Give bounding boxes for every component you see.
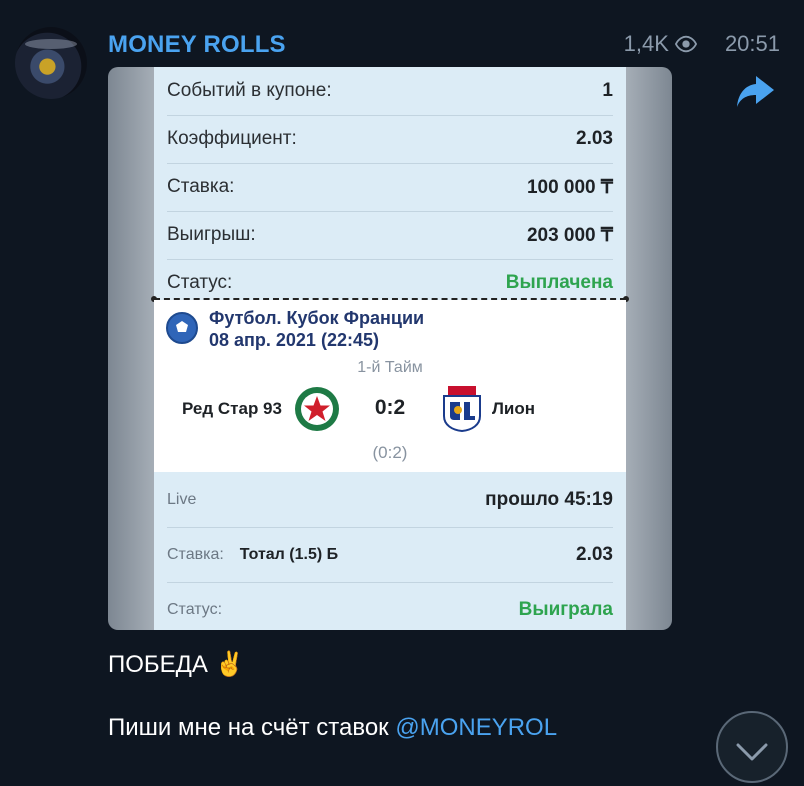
view-count: 1,4K (623, 31, 669, 56)
bet-market: Тотал (1.5) Б (239, 545, 339, 563)
bet-status-label: Статус: (167, 600, 223, 618)
receipt-value: 203 000 ₸ (526, 224, 613, 246)
receipt-row-events: Событий в купоне: 1 (167, 67, 613, 116)
username-link[interactable]: @MONEYROL (395, 714, 557, 741)
bet-label: Ставка: (167, 545, 224, 563)
match-card: Футбол. Кубок Франции 08 апр. 2021 (22:45… (154, 300, 626, 472)
match-period: 1-й Тайм (357, 359, 423, 376)
match-date: 08 апр. 2021 (22:45) (209, 330, 379, 350)
chevron-down-icon (736, 743, 768, 761)
message-time: 20:51 (724, 31, 780, 56)
league-name: Футбол. Кубок Франции (209, 308, 425, 328)
photo-attachment[interactable]: Событий в купоне: 1 Коэффициент: 2.03 Став… (108, 67, 672, 630)
channel-name[interactable]: MONEY ROLLS (108, 31, 286, 59)
away-team: Лион (492, 399, 536, 418)
share-arrow-icon[interactable] (734, 72, 778, 112)
status-badge: Выплачена (505, 272, 613, 293)
match-league-info: Футбол. Кубок Франции 08 апр. 2021 (22:45… (209, 307, 424, 351)
period-score: (0:2) (372, 443, 408, 462)
scroll-down-button[interactable] (716, 711, 788, 783)
receipt-row-stake: Ставка: 100 000 ₸ (167, 163, 613, 212)
bet-status-row: Статус: Выиграла (167, 582, 613, 630)
receipt-row-win: Выигрыш: 203 000 ₸ (167, 211, 613, 260)
bet-status-badge: Выиграла (518, 598, 613, 620)
receipt-value: 100 000 ₸ (526, 176, 613, 198)
receipt-label: Выигрыш: (167, 224, 256, 245)
receipt-value: 2.03 (576, 128, 613, 149)
message-meta: 1,4K 20:51 (624, 31, 780, 57)
receipt-label: Событий в купоне: (167, 80, 332, 101)
live-label: Live (167, 490, 197, 508)
bet-receipt: Событий в купоне: 1 Коэффициент: 2.03 Став… (151, 67, 629, 630)
bet-odds: 2.03 (576, 543, 613, 565)
contact-text: Пиши мне на счёт ставок (108, 714, 396, 741)
message-text-contact: Пиши мне на счёт ставок @MONEYROL (108, 714, 557, 742)
receipt-label: Статус: (167, 272, 233, 293)
message-text-victory: ПОБЕДА ✌️ (108, 651, 245, 678)
channel-avatar[interactable] (15, 27, 87, 99)
football-icon (166, 312, 198, 344)
lyon-logo (443, 386, 481, 432)
receipt-label: Ставка: (167, 176, 235, 197)
teams-row: Ред Стар 93 0:2 Лион (154, 386, 626, 432)
live-elapsed: прошло 45:19 (485, 488, 613, 510)
match-score: 0:2 (374, 396, 406, 419)
eye-icon (674, 35, 697, 53)
bet-row: Ставка: Тотал (1.5) Б 2.03 (167, 527, 613, 583)
receipt-label: Коэффициент: (167, 128, 297, 149)
receipt-row-odds: Коэффициент: 2.03 (167, 115, 613, 164)
live-row: Live прошло 45:19 (167, 472, 613, 528)
avatar-decoration (25, 39, 77, 49)
receipt-value: 1 (602, 80, 613, 101)
